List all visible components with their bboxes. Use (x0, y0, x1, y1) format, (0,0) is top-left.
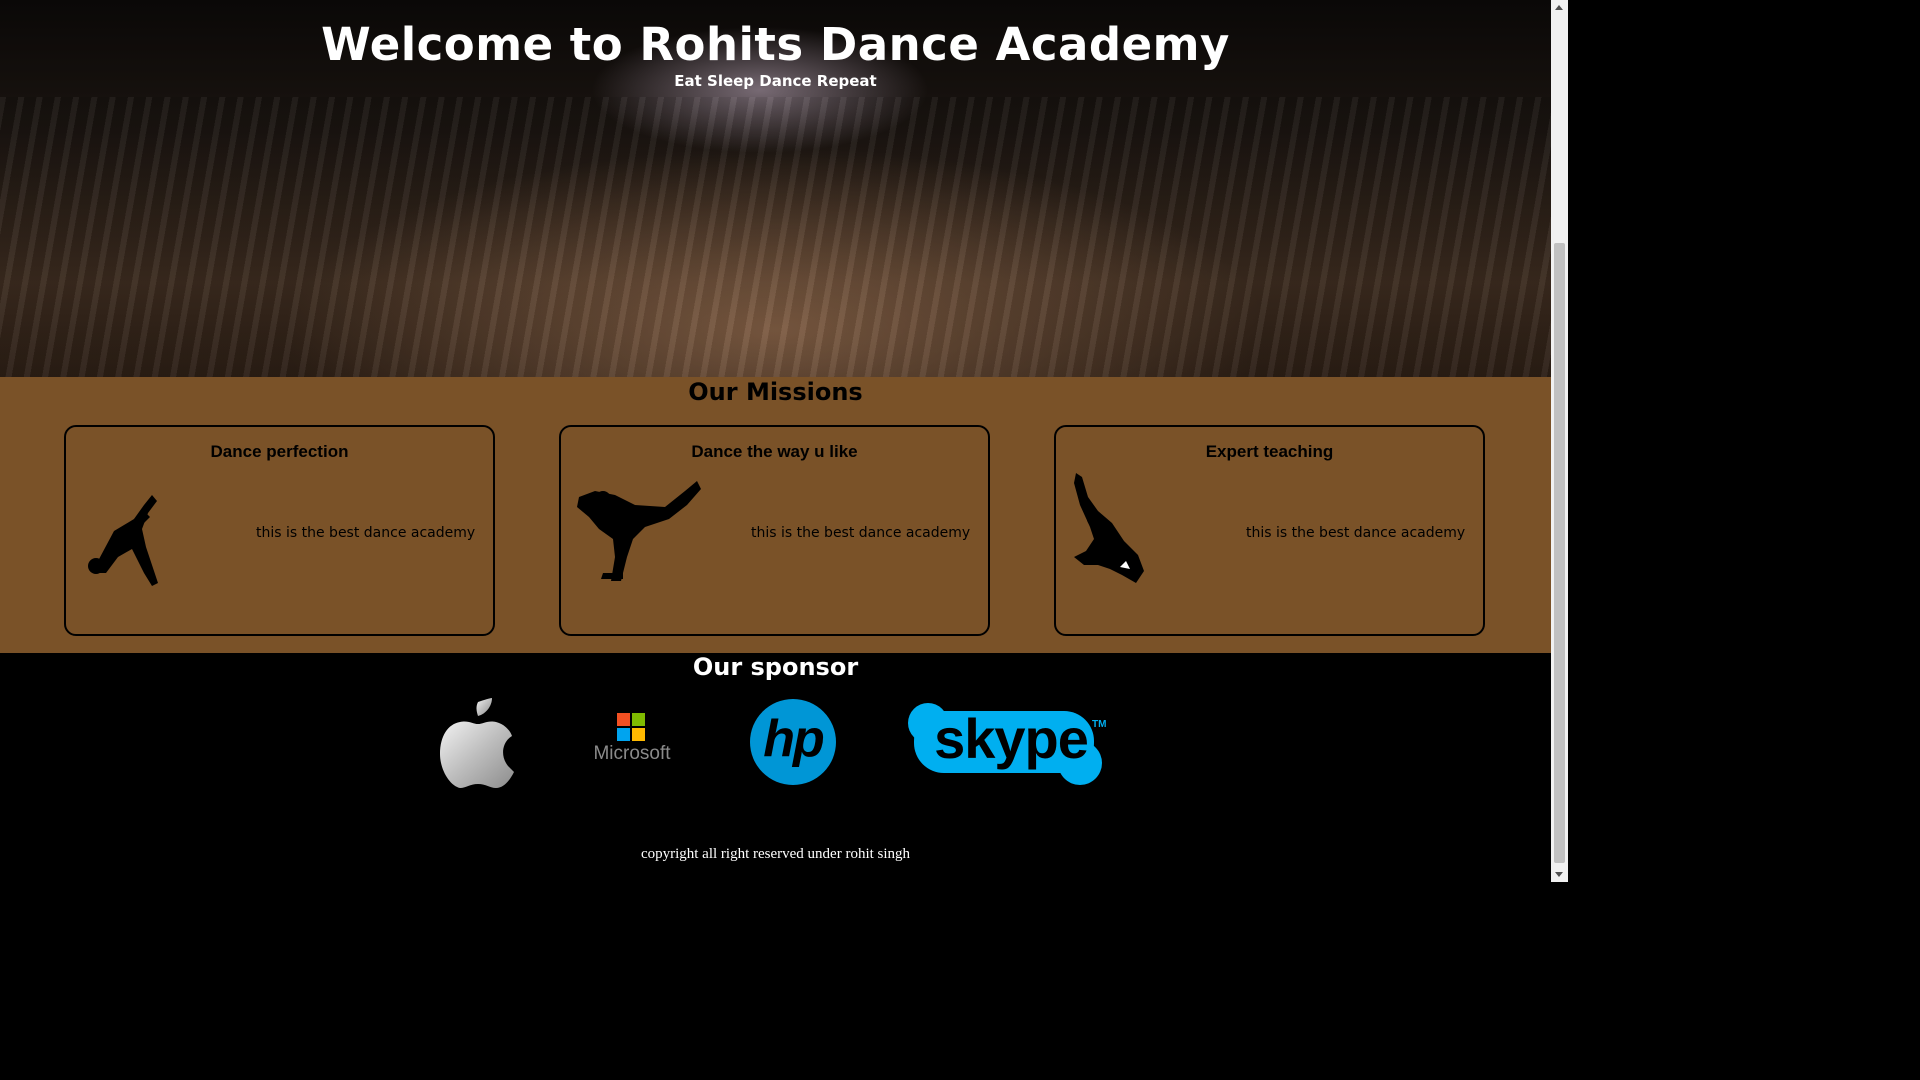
hero-tagline: Eat Sleep Dance Repeat (674, 72, 877, 90)
breakdancer-silhouette-icon (577, 481, 701, 581)
mission-card: Dance perfection this is the best dance … (64, 425, 495, 636)
hero-title: Welcome to Rohits Dance Academy (321, 18, 1230, 71)
hero-banner: Welcome to Rohits Dance Academy Eat Slee… (0, 0, 1551, 377)
sponsors-heading: Our sponsor (692, 653, 859, 681)
scroll-up-arrow-icon[interactable] (1555, 5, 1563, 10)
microsoft-square-red (617, 713, 630, 726)
copyright-text: copyright all right reserved under rohit… (640, 846, 911, 862)
microsoft-logo-text: Microsoft (593, 743, 671, 764)
mission-card-title: Expert teaching (1205, 442, 1334, 461)
sponsors-section: Our sponsor Microsoft hp skype TM copyri… (0, 653, 1551, 882)
page: Welcome to Rohits Dance Academy Eat Slee… (0, 0, 1551, 882)
dancer-jump-silhouette-icon (1074, 473, 1144, 583)
mission-card-title: Dance the way u like (691, 442, 858, 461)
skype-logo-text: skype (934, 707, 1089, 770)
microsoft-logo: Microsoft (586, 713, 678, 769)
hero-background-image (0, 97, 1551, 377)
dancer-silhouette-icon (88, 495, 158, 586)
hp-logo-text: hp (763, 710, 825, 768)
scrollbar-thumb[interactable] (1554, 243, 1565, 863)
mission-card: Expert teaching this is the best dance a… (1054, 425, 1485, 636)
mission-card-title: Dance perfection (210, 442, 349, 461)
skype-logo: skype TM (908, 697, 1114, 789)
microsoft-square-yellow (632, 728, 645, 741)
mission-card: Dance the way u like this is the best da… (559, 425, 990, 636)
skype-tm-mark: TM (1092, 719, 1107, 730)
vertical-scrollbar[interactable] (1551, 0, 1568, 882)
missions-heading: Our Missions (688, 378, 863, 406)
missions-section: Our Missions Dance perfection this is th… (0, 377, 1551, 653)
mission-card-text: this is the best dance academy (256, 525, 476, 541)
mission-card-text: this is the best dance academy (751, 525, 971, 541)
microsoft-square-blue (617, 728, 630, 741)
scroll-down-arrow-icon[interactable] (1555, 872, 1563, 877)
hp-logo: hp (750, 699, 836, 785)
microsoft-square-green (632, 713, 645, 726)
mission-card-text: this is the best dance academy (1246, 525, 1466, 541)
apple-logo-icon (440, 698, 514, 788)
